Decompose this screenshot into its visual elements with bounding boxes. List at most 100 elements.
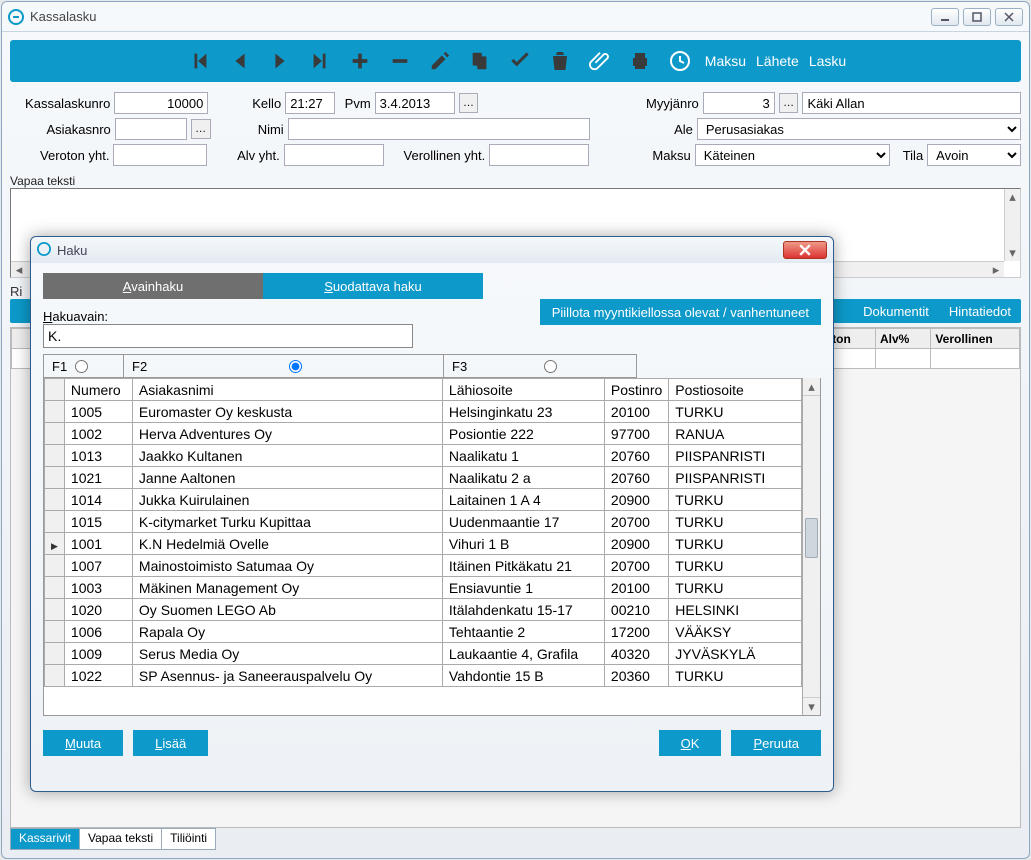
row-header[interactable] xyxy=(45,665,65,687)
cell-postios[interactable]: JYVÄSKYLÄ xyxy=(669,643,802,665)
table-row[interactable]: 1013Jaakko KultanenNaalikatu 120760PIISP… xyxy=(45,445,802,467)
cell-postios[interactable]: TURKU xyxy=(669,665,802,687)
col-lahiosoite[interactable]: Lähiosoite xyxy=(442,379,604,401)
cell-postios[interactable]: TURKU xyxy=(669,401,802,423)
cell-numero[interactable]: 1020 xyxy=(64,599,132,621)
col-postiosoite[interactable]: Postiosoite xyxy=(669,379,802,401)
tila-select[interactable]: Avoin xyxy=(927,144,1021,166)
ok-button[interactable]: OK xyxy=(659,730,722,756)
cell-numero[interactable]: 1021 xyxy=(64,467,132,489)
tab-suodattava[interactable]: Suodattava haku xyxy=(263,273,483,299)
remove-button[interactable] xyxy=(385,46,415,76)
cell-postios[interactable]: TURKU xyxy=(669,533,802,555)
asiakasnro-lookup-button[interactable]: … xyxy=(191,119,211,139)
f3-radio[interactable] xyxy=(544,360,557,373)
table-row[interactable]: 1020Oy Suomen LEGO AbItälahdenkatu 15-17… xyxy=(45,599,802,621)
cell-lahi[interactable]: Itäinen Pitkäkatu 21 xyxy=(442,555,604,577)
pvm-picker-button[interactable]: … xyxy=(459,93,479,113)
table-row[interactable]: 1007Mainostoimisto Satumaa OyItäinen Pit… xyxy=(45,555,802,577)
cell-nimi[interactable]: Mainostoimisto Satumaa Oy xyxy=(132,555,442,577)
minimize-button[interactable] xyxy=(931,8,959,26)
cell-numero[interactable]: 1006 xyxy=(64,621,132,643)
results-grid[interactable]: Numero Asiakasnimi Lähiosoite Postinro P… xyxy=(43,378,821,716)
row-header[interactable] xyxy=(45,533,65,555)
row-header[interactable] xyxy=(45,599,65,621)
row-header[interactable] xyxy=(45,555,65,577)
kello-input[interactable] xyxy=(285,92,335,114)
cell-nimi[interactable]: Herva Adventures Oy xyxy=(132,423,442,445)
table-row[interactable]: 1005Euromaster Oy keskustaHelsinginkatu … xyxy=(45,401,802,423)
cell-lahi[interactable]: Ensiavuntie 1 xyxy=(442,577,604,599)
row-header[interactable] xyxy=(45,489,65,511)
asiakasnro-input[interactable] xyxy=(115,118,187,140)
cell-postinro[interactable]: 20900 xyxy=(604,489,668,511)
cell-lahi[interactable]: Vahdontie 15 B xyxy=(442,665,604,687)
col-numero[interactable]: Numero xyxy=(64,379,132,401)
cell-lahi[interactable]: Laukaantie 4, Grafila xyxy=(442,643,604,665)
row-header[interactable] xyxy=(45,643,65,665)
row-header[interactable] xyxy=(45,401,65,423)
cell-numero[interactable]: 1003 xyxy=(64,577,132,599)
cell-postinro[interactable]: 97700 xyxy=(604,423,668,445)
cell-numero[interactable]: 1005 xyxy=(64,401,132,423)
cell-postios[interactable]: PIISPANRISTI xyxy=(669,445,802,467)
cell-lahi[interactable]: Laitainen 1 A 4 xyxy=(442,489,604,511)
cell-lahi[interactable]: Uudenmaantie 17 xyxy=(442,511,604,533)
cell-postinro[interactable]: 20700 xyxy=(604,555,668,577)
cell-numero[interactable]: 1022 xyxy=(64,665,132,687)
confirm-button[interactable] xyxy=(505,46,535,76)
close-button[interactable] xyxy=(995,8,1023,26)
first-record-button[interactable] xyxy=(185,46,215,76)
last-record-button[interactable] xyxy=(305,46,335,76)
cell-numero[interactable]: 1002 xyxy=(64,423,132,445)
col-verollinen[interactable]: Verollinen xyxy=(931,329,1020,349)
print-button[interactable] xyxy=(625,46,655,76)
cell-postios[interactable]: HELSINKI xyxy=(669,599,802,621)
alv-input[interactable] xyxy=(284,144,384,166)
table-row[interactable]: 1003Mäkinen Management OyEnsiavuntie 120… xyxy=(45,577,802,599)
cell-postios[interactable]: TURKU xyxy=(669,489,802,511)
cell-lahi[interactable]: Itälahdenkatu 15-17 xyxy=(442,599,604,621)
toolbar-maksu[interactable]: Maksu xyxy=(705,53,746,69)
tab-hintatiedot[interactable]: Hintatiedot xyxy=(939,299,1021,323)
verollinen-input[interactable] xyxy=(489,144,589,166)
cell-lahi[interactable]: Vihuri 1 B xyxy=(442,533,604,555)
cell-lahi[interactable]: Posiontie 222 xyxy=(442,423,604,445)
cell-postios[interactable]: TURKU xyxy=(669,555,802,577)
tab-dokumentit[interactable]: Dokumentit xyxy=(853,299,939,323)
row-header[interactable] xyxy=(45,423,65,445)
cell-postinro[interactable]: 20360 xyxy=(604,665,668,687)
edit-button[interactable] xyxy=(425,46,455,76)
maximize-button[interactable] xyxy=(963,8,991,26)
cell-nimi[interactable]: SP Asennus- ja Saneerauspalvelu Oy xyxy=(132,665,442,687)
scroll-left-icon[interactable]: ◂ xyxy=(11,262,27,278)
tab-avainhaku[interactable]: Avainhaku xyxy=(43,273,263,299)
kassalaskunro-input[interactable] xyxy=(114,92,208,114)
btab-tiliointi[interactable]: Tiliöinti xyxy=(161,828,216,850)
cell-postinro[interactable]: 17200 xyxy=(604,621,668,643)
cell-nimi[interactable]: Euromaster Oy keskusta xyxy=(132,401,442,423)
cell-lahi[interactable]: Naalikatu 2 a xyxy=(442,467,604,489)
table-row[interactable]: 1006Rapala OyTehtaantie 217200VÄÄKSY xyxy=(45,621,802,643)
table-row[interactable]: 1001K.N Hedelmiä OvelleVihuri 1 B20900TU… xyxy=(45,533,802,555)
cell-lahi[interactable]: Tehtaantie 2 xyxy=(442,621,604,643)
cell-nimi[interactable]: Mäkinen Management Oy xyxy=(132,577,442,599)
nimi-input[interactable] xyxy=(288,118,590,140)
cell-numero[interactable]: 1015 xyxy=(64,511,132,533)
f1-radio[interactable] xyxy=(75,360,88,373)
cell-postinro[interactable]: 20760 xyxy=(604,445,668,467)
col-asiakasnimi[interactable]: Asiakasnimi xyxy=(132,379,442,401)
table-row[interactable]: 1015K-citymarket Turku KupittaaUudenmaan… xyxy=(45,511,802,533)
attach-button[interactable] xyxy=(585,46,615,76)
table-row[interactable]: 1014Jukka KuirulainenLaitainen 1 A 42090… xyxy=(45,489,802,511)
calendar-button[interactable] xyxy=(665,46,695,76)
toolbar-lahete[interactable]: Lähete xyxy=(756,53,799,69)
scroll-right-icon[interactable]: ▸ xyxy=(988,262,1004,278)
table-row[interactable]: 1022SP Asennus- ja Saneerauspalvelu OyVa… xyxy=(45,665,802,687)
peruuta-button[interactable]: Peruuta xyxy=(731,730,821,756)
cell-numero[interactable]: 1007 xyxy=(64,555,132,577)
scroll-thumb[interactable] xyxy=(805,518,818,558)
row-header[interactable] xyxy=(45,467,65,489)
cell-numero[interactable]: 1013 xyxy=(64,445,132,467)
cell-nimi[interactable]: Janne Aaltonen xyxy=(132,467,442,489)
